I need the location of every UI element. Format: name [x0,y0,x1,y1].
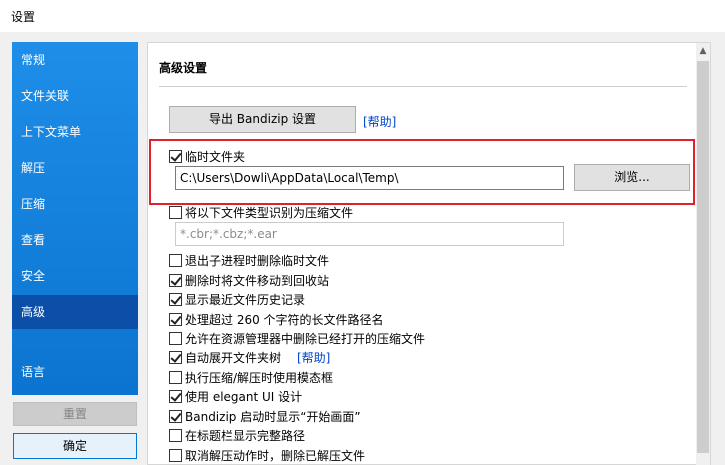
option-label: 删除时将文件移动到回收站 [185,273,330,288]
checkbox-unchecked-icon [169,253,182,267]
option-label: 自动展开文件夹树 [185,350,282,365]
option-checkbox-4[interactable]: 允许在资源管理器中删除已经打开的压缩文件 [169,329,425,347]
option-checkbox-0[interactable]: 退出子进程时删除临时文件 [169,251,329,269]
sidebar-item-compress[interactable]: 压缩 [12,187,138,221]
option-checkbox-8[interactable]: Bandizip 启动时显示“开始画面” [169,407,361,425]
checkbox-checked-icon [169,292,182,306]
help-link[interactable]: [帮助] [363,113,396,130]
option-label: 退出子进程时删除临时文件 [185,253,330,268]
option-label: 处理超过 260 个字符的长文件路径名 [185,312,384,327]
ok-button[interactable]: 确定 [13,433,137,459]
checkbox-checked-icon [169,389,182,403]
checkbox-checked-icon [169,409,182,423]
option-checkbox-5[interactable]: 自动展开文件夹树 [169,348,281,366]
checkbox-unchecked-icon [169,370,182,384]
title-divider [159,86,687,87]
scroll-thumb[interactable] [697,61,709,453]
option-checkbox-1[interactable]: 删除时将文件移动到回收站 [169,271,329,289]
checkbox-unchecked-icon [169,428,182,442]
option-checkbox-2[interactable]: 显示最近文件历史记录 [169,290,305,308]
title-bar: 设置 [0,0,725,32]
sidebar-item-context-menu[interactable]: 上下文菜单 [12,115,138,149]
treat-as-archive-checkbox[interactable]: 将以下文件类型识别为压缩文件 [169,203,353,221]
sidebar-item-security[interactable]: 安全 [12,259,138,293]
checkbox-unchecked-icon [169,331,182,345]
temp-folder-path-input[interactable]: C:\Users\Dowli\AppData\Local\Temp\ [175,166,564,190]
checkbox-checked-icon [169,149,182,163]
checkbox-checked-icon [169,273,182,287]
option-label: 允许在资源管理器中删除已经打开的压缩文件 [185,331,426,346]
option-label: Bandizip 启动时显示“开始画面” [185,409,361,424]
option-checkbox-9[interactable]: 在标题栏显示完整路径 [169,426,305,444]
temp-folder-label: 临时文件夹 [185,149,246,164]
option-label: 取消解压动作时，删除已解压文件 [185,448,366,463]
option-label: 在标题栏显示完整路径 [185,428,306,443]
option-checkbox-6[interactable]: 执行压缩/解压时使用模态框 [169,368,333,386]
option-checkbox-7[interactable]: 使用 elegant UI 设计 [169,387,302,405]
checkbox-unchecked-icon [169,205,182,219]
checkbox-checked-icon [169,350,182,364]
sidebar-item-view[interactable]: 查看 [12,223,138,257]
sidebar-item-language[interactable]: 语言 [12,355,138,389]
sidebar-item-advanced[interactable]: 高级 [12,295,138,329]
option-label: 使用 elegant UI 设计 [185,389,303,404]
archive-extensions-input[interactable]: *.cbr;*.cbz;*.ear [175,222,564,246]
sidebar: 常规 文件关联 上下文菜单 解压 压缩 查看 安全 高级 语言 [12,42,138,395]
temp-folder-checkbox[interactable]: 临时文件夹 [169,147,245,165]
auto-expand-help-link[interactable]: [帮助] [297,349,330,366]
option-label: 执行压缩/解压时使用模态框 [185,370,334,385]
sidebar-item-file-association[interactable]: 文件关联 [12,79,138,113]
panel-title: 高级设置 [159,61,208,75]
window-title: 设置 [11,10,36,24]
checkbox-unchecked-icon [169,448,182,462]
option-checkbox-3[interactable]: 处理超过 260 个字符的长文件路径名 [169,310,384,328]
checkbox-checked-icon [169,312,182,326]
advanced-settings-panel: 高级设置 导出 Bandizip 设置 [帮助] 临时文件夹 C:\Users\… [147,42,711,465]
export-settings-button[interactable]: 导出 Bandizip 设置 [169,106,356,133]
scroll-up-arrow-icon[interactable]: ▲ [696,43,710,59]
sidebar-item-extract[interactable]: 解压 [12,151,138,185]
vertical-scrollbar[interactable]: ▲ [696,43,710,465]
browse-button[interactable]: 浏览... [574,164,690,191]
reset-button[interactable]: 重置 [13,402,137,426]
sidebar-item-general[interactable]: 常规 [12,43,138,77]
treat-as-archive-label: 将以下文件类型识别为压缩文件 [185,205,354,220]
option-checkbox-10[interactable]: 取消解压动作时，删除已解压文件 [169,446,365,464]
option-label: 显示最近文件历史记录 [185,292,306,307]
